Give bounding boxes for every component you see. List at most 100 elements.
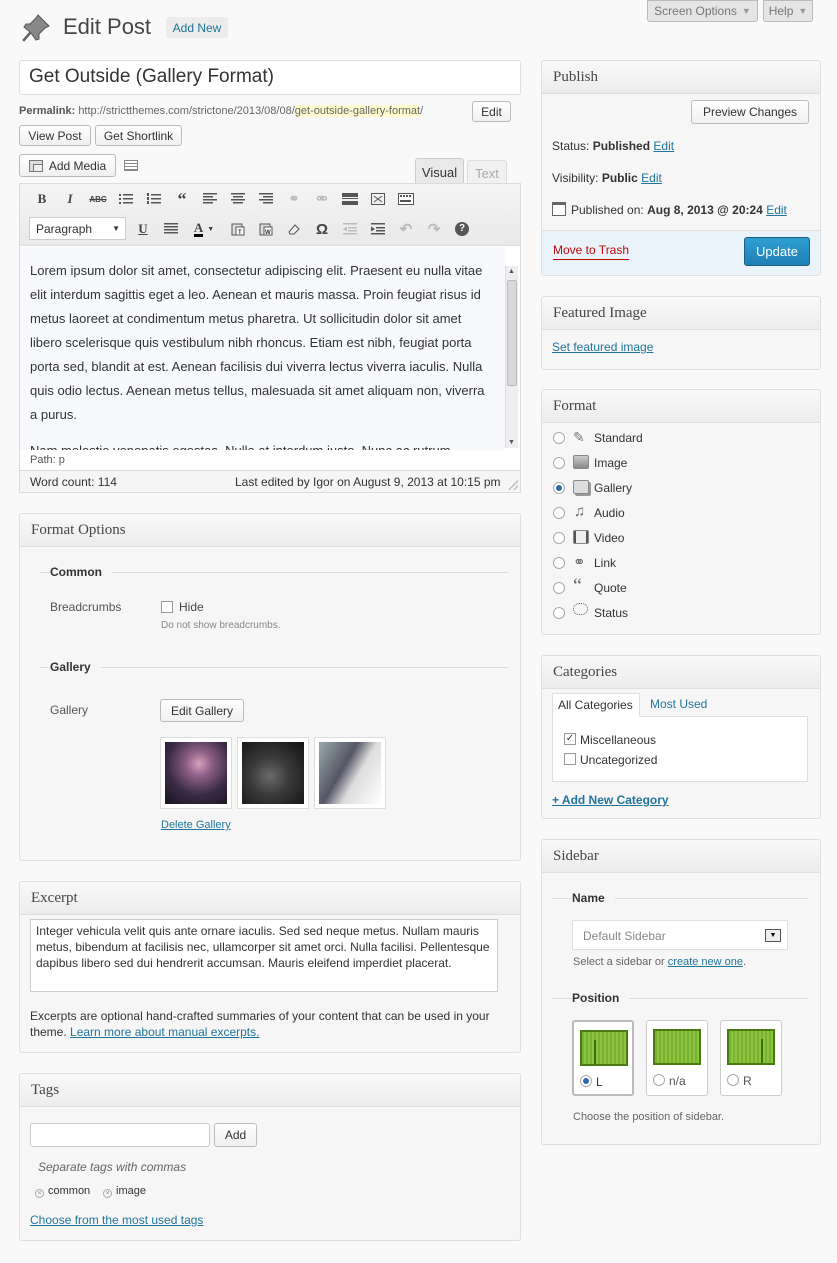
format-radio-status[interactable]: [553, 607, 565, 619]
fullscreen-icon[interactable]: [368, 189, 388, 209]
edit-status-link[interactable]: Edit: [653, 139, 674, 153]
set-featured-image-link[interactable]: Set featured image: [552, 340, 653, 354]
underline-icon[interactable]: U: [133, 219, 153, 239]
editor-content[interactable]: Lorem ipsum dolor sit amet, consectetur …: [20, 247, 505, 450]
sidebar-select-value: Default Sidebar: [583, 929, 666, 943]
format-radio-quote[interactable]: [553, 582, 565, 594]
paragraph-select[interactable]: Paragraph ▼: [29, 217, 126, 240]
strikethrough-icon[interactable]: ABC: [88, 189, 108, 209]
align-center-icon[interactable]: [228, 189, 248, 209]
italic-icon[interactable]: I: [60, 189, 80, 209]
sidebar-position-left[interactable]: L: [572, 1020, 634, 1096]
bold-icon[interactable]: B: [32, 189, 52, 209]
tab-text[interactable]: Text: [467, 160, 507, 184]
excerpt-textarea[interactable]: Integer vehicula velit quis ante ornare …: [30, 919, 498, 992]
align-left-icon[interactable]: [200, 189, 220, 209]
gallery-label: Gallery: [50, 703, 89, 717]
resize-handle-icon[interactable]: [508, 480, 518, 490]
edit-gallery-button[interactable]: Edit Gallery: [160, 699, 244, 722]
remove-tag-icon[interactable]: ×: [103, 1189, 112, 1198]
create-sidebar-link[interactable]: create new one: [668, 956, 743, 968]
permalink-slug[interactable]: get-outside-gallery-format: [294, 105, 421, 117]
sidebar-position-right[interactable]: R: [720, 1020, 782, 1096]
align-right-icon[interactable]: [256, 189, 276, 209]
get-shortlink-button[interactable]: Get Shortlink: [95, 125, 182, 146]
tab-visual[interactable]: Visual: [415, 158, 464, 184]
tag-item[interactable]: × image: [103, 1185, 146, 1198]
learn-more-link[interactable]: Learn more about manual excerpts.: [70, 1025, 259, 1039]
format-label-status: Status: [594, 606, 629, 620]
help-label: Help: [768, 4, 794, 18]
format-radio-audio[interactable]: [553, 507, 565, 519]
indent-icon[interactable]: [368, 219, 388, 239]
tag-item[interactable]: × common: [35, 1185, 90, 1198]
add-tag-button[interactable]: Add: [214, 1123, 257, 1147]
name-heading: Name: [572, 891, 615, 905]
sidebar-select[interactable]: Default Sidebar ▼: [572, 920, 788, 950]
position-radio-none[interactable]: [653, 1074, 665, 1086]
position-radio-right[interactable]: [727, 1074, 739, 1086]
gallery-heading: Gallery: [50, 660, 101, 674]
clear-formatting-icon[interactable]: [284, 219, 304, 239]
gallery-thumbnail[interactable]: [237, 737, 309, 809]
hide-breadcrumbs-checkbox[interactable]: [161, 601, 173, 613]
format-radio-image[interactable]: [553, 457, 565, 469]
add-media-button[interactable]: Add Media: [19, 154, 116, 177]
preview-changes-button[interactable]: Preview Changes: [691, 100, 809, 124]
outdent-icon[interactable]: [340, 219, 360, 239]
numbered-list-icon[interactable]: [144, 189, 164, 209]
blockquote-icon[interactable]: “: [172, 189, 192, 209]
sidebar-position-none[interactable]: n/a: [646, 1020, 708, 1096]
permalink-edit-button[interactable]: Edit: [472, 101, 511, 122]
help-button[interactable]: Help ▼: [763, 0, 813, 22]
paste-text-icon[interactable]: T: [228, 219, 248, 239]
justify-icon[interactable]: [161, 219, 181, 239]
position-radio-left[interactable]: [580, 1075, 592, 1087]
gallery-thumbnail[interactable]: [314, 737, 386, 809]
view-post-button[interactable]: View Post: [19, 125, 91, 146]
unlink-icon[interactable]: ⚮: [312, 189, 332, 209]
category-checkbox-miscellaneous[interactable]: ✓: [564, 733, 576, 745]
gallery-thumbnail[interactable]: [160, 737, 232, 809]
paste-word-icon[interactable]: W: [256, 219, 276, 239]
text-color-icon[interactable]: A ▼: [189, 219, 219, 239]
tab-all-categories[interactable]: All Categories: [552, 693, 640, 717]
caret-down-icon: ▼: [112, 224, 120, 233]
add-new-category-link[interactable]: + Add New Category: [552, 793, 669, 807]
screen-options-button[interactable]: Screen Options ▼: [647, 0, 758, 22]
format-label-image: Image: [594, 456, 628, 470]
post-title-input[interactable]: Get Outside (Gallery Format): [19, 60, 521, 95]
undo-icon[interactable]: ↶: [396, 219, 416, 239]
link-icon[interactable]: ⚭: [284, 189, 304, 209]
format-radio-video[interactable]: [553, 532, 565, 544]
help-icon[interactable]: ?: [452, 219, 472, 239]
format-radio-gallery[interactable]: [553, 482, 565, 494]
add-new-button[interactable]: Add New: [166, 17, 228, 38]
editor-paragraph: Lorem ipsum dolor sit amet, consectetur …: [30, 263, 485, 422]
category-checkbox-uncategorized[interactable]: [564, 753, 576, 765]
update-button[interactable]: Update: [744, 237, 810, 266]
redo-icon[interactable]: ↷: [424, 219, 444, 239]
choose-tags-link[interactable]: Choose from the most used tags: [30, 1213, 203, 1227]
format-radio-standard[interactable]: [553, 432, 565, 444]
editor-paragraph: Nam molestie venenatis egestas. Nulla at…: [30, 439, 495, 450]
tab-most-used[interactable]: Most Used: [650, 697, 707, 711]
edit-date-link[interactable]: Edit: [766, 203, 787, 217]
video-icon: [573, 530, 589, 544]
form-icon[interactable]: [124, 160, 138, 171]
move-to-trash-link[interactable]: Move to Trash: [553, 243, 630, 260]
svg-text:W: W: [265, 230, 271, 236]
kitchen-sink-icon[interactable]: [396, 189, 416, 209]
published-on-row: Published on: Aug 8, 2013 @ 20:24 Edit: [571, 203, 787, 217]
editor-scrollbar[interactable]: ▲ ▼: [505, 266, 518, 448]
tags-input[interactable]: [30, 1123, 210, 1147]
delete-gallery-link[interactable]: Delete Gallery: [161, 819, 231, 831]
featured-image-title: Featured Image: [542, 297, 820, 330]
edit-visibility-link[interactable]: Edit: [641, 171, 662, 185]
divider: [40, 667, 508, 668]
insert-more-icon[interactable]: [340, 189, 360, 209]
bullet-list-icon[interactable]: [116, 189, 136, 209]
remove-tag-icon[interactable]: ×: [35, 1189, 44, 1198]
format-radio-link[interactable]: [553, 557, 565, 569]
special-character-icon[interactable]: Ω: [312, 219, 332, 239]
